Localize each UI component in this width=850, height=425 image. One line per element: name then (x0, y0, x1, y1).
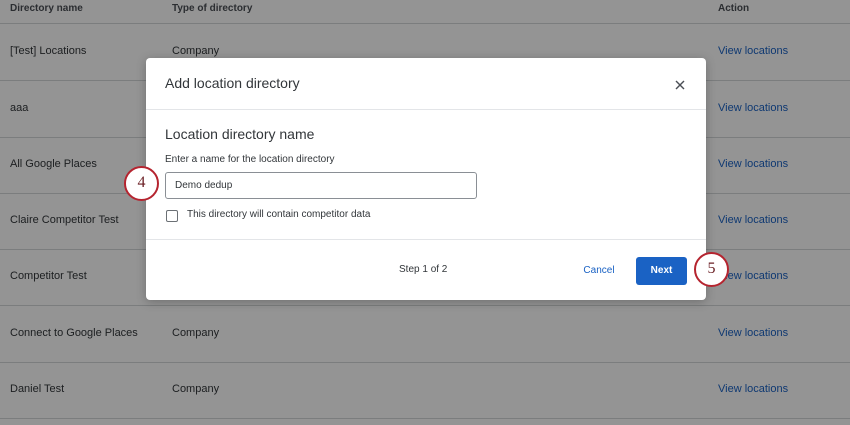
dialog-divider (146, 239, 706, 240)
competitor-data-label: This directory will contain competitor d… (187, 209, 371, 220)
cancel-button[interactable]: Cancel (574, 257, 624, 284)
close-icon[interactable] (670, 75, 690, 95)
add-location-directory-dialog: Add location directory Location director… (146, 58, 706, 300)
directory-name-input[interactable] (165, 172, 477, 199)
step-indicator: Step 1 of 2 (399, 264, 448, 275)
competitor-data-checkbox[interactable] (166, 210, 178, 222)
next-button[interactable]: Next (636, 257, 687, 285)
section-title: Location directory name (165, 126, 315, 142)
step-callout-marker: 5 (694, 252, 729, 287)
dialog-header: Add location directory (146, 58, 706, 110)
directory-name-label: Enter a name for the location directory (165, 154, 335, 165)
step-callout-marker: 4 (124, 166, 159, 201)
dialog-title: Add location directory (165, 75, 300, 91)
